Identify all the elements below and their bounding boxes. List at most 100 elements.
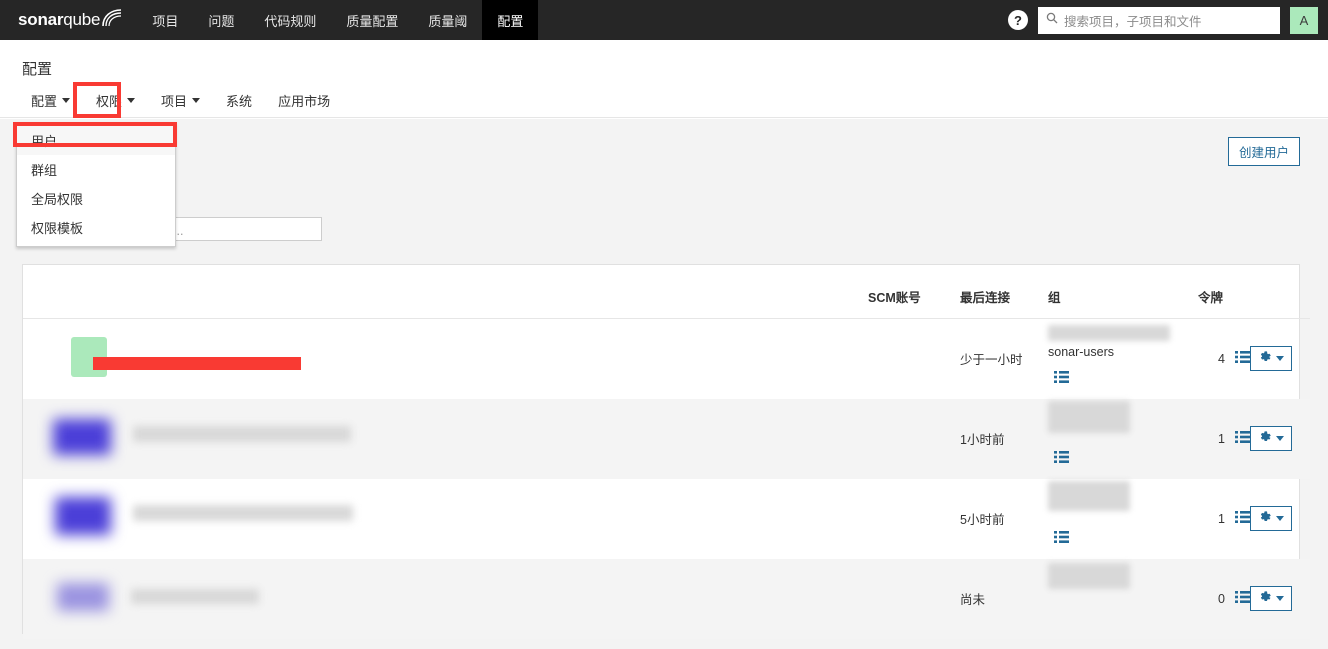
user-identity	[41, 409, 868, 469]
nav-item-projects[interactable]: 项目	[137, 0, 193, 40]
dropdown-item-groups[interactable]: 群组	[17, 155, 175, 184]
users-table: SCM账号 最后连接 组 令牌 少于一小时 sonar-users 4 1小时前…	[23, 265, 1310, 639]
groups-wrap	[1048, 480, 1188, 549]
dropdown-item-permission-templates[interactable]: 权限模板	[17, 213, 175, 242]
sonar-wave-icon	[101, 8, 123, 33]
nav-item-quality-gates[interactable]: 质量阈	[413, 0, 482, 40]
token-count: 4	[1218, 351, 1225, 366]
cell-scm	[868, 558, 960, 639]
subnav-item-permissions[interactable]: 权限	[83, 90, 148, 110]
subnav-item-projects[interactable]: 项目	[148, 90, 213, 110]
cell-groups: sonar-users	[1048, 319, 1188, 399]
chevron-down-icon	[1276, 596, 1284, 601]
cell-groups	[1048, 398, 1188, 479]
cell-last-connection: 少于一小时	[960, 353, 1023, 368]
column-header-actions	[1250, 265, 1310, 319]
gear-icon	[1258, 590, 1272, 607]
table-header-row: SCM账号 最后连接 组 令牌	[23, 265, 1310, 319]
gear-icon	[1258, 510, 1272, 527]
cell-user	[23, 479, 868, 559]
tokens-list-icon[interactable]	[1235, 591, 1250, 606]
users-table-panel: SCM账号 最后连接 组 令牌 少于一小时 sonar-users 4 1小时前…	[22, 264, 1310, 639]
subnav-item-system[interactable]: 系统	[213, 90, 265, 110]
table-row[interactable]: 1小时前 1	[23, 398, 1310, 479]
create-user-button[interactable]: 创建用户	[1227, 137, 1300, 166]
page-title: 配置	[22, 61, 53, 78]
chevron-down-icon	[1276, 436, 1284, 441]
cell-groups	[1048, 558, 1188, 639]
chevron-down-icon	[127, 97, 136, 103]
redaction-bar-username	[133, 504, 353, 521]
user-identity	[41, 329, 868, 389]
gear-icon	[1258, 350, 1272, 367]
column-header-user	[23, 265, 868, 319]
table-row[interactable]: 少于一小时 sonar-users 4	[23, 319, 1310, 399]
row-actions-button[interactable]	[1250, 426, 1292, 451]
tokens-wrap: 1	[1188, 511, 1250, 526]
groups-list-icon[interactable]	[1054, 370, 1069, 386]
cell-actions	[1250, 319, 1310, 399]
permissions-dropdown-menu: 用户 群组 全局权限 权限模板	[16, 122, 176, 247]
global-search-box[interactable]: 搜索项目，子项目和文件	[1038, 6, 1280, 34]
top-navbar: sonarqube 项目 问题 代码规则 质量配置 质量阈 配置 ? 搜索项目，…	[0, 0, 1328, 40]
dropdown-item-global-permissions[interactable]: 全局权限	[17, 184, 175, 213]
tokens-wrap: 0	[1188, 591, 1250, 606]
column-header-scm: SCM账号	[868, 265, 960, 319]
dropdown-item-users[interactable]: 用户	[17, 126, 175, 155]
cell-tokens: 1	[1188, 479, 1250, 559]
redaction-bar-username	[133, 425, 351, 442]
cell-user	[23, 319, 868, 399]
cell-tokens: 1	[1188, 398, 1250, 479]
nav-item-rules[interactable]: 代码规则	[249, 0, 331, 40]
cell-groups	[1048, 479, 1188, 559]
main-content: 创建用户 根据登录名或姓名搜索... SCM账号 最后连接 组 令牌	[0, 119, 1328, 649]
cell-last-connection: 5小时前	[960, 513, 1005, 527]
chevron-down-icon	[192, 97, 201, 103]
cell-actions	[1250, 558, 1310, 639]
redaction-bar-group	[1048, 324, 1170, 341]
nav-item-administration[interactable]: 配置	[482, 0, 539, 40]
nav-item-quality-profiles[interactable]: 质量配置	[331, 0, 413, 40]
tokens-list-icon[interactable]	[1235, 431, 1250, 446]
gear-icon	[1258, 430, 1272, 447]
cell-actions	[1250, 398, 1310, 479]
row-actions-button[interactable]	[1250, 506, 1292, 531]
groups-wrap	[1048, 562, 1188, 629]
column-header-last-connection: 最后连接	[960, 265, 1048, 319]
cell-last-connection: 1小时前	[960, 398, 1048, 479]
column-header-tokens: 令牌	[1188, 265, 1250, 319]
groups-list-icon[interactable]	[1054, 530, 1069, 546]
subnav-label-configuration: 配置	[31, 93, 58, 109]
redaction-bar-group	[1048, 400, 1130, 433]
sonarqube-logo[interactable]: sonarqube	[0, 0, 137, 40]
brand-light: qube	[63, 10, 101, 29]
row-actions-button[interactable]	[1250, 346, 1292, 372]
avatar	[55, 496, 111, 535]
tokens-list-icon[interactable]	[1235, 511, 1250, 526]
table-row[interactable]: 5小时前 1	[23, 479, 1310, 559]
redaction-bar-username	[131, 588, 259, 604]
redaction-bar-username	[93, 356, 301, 370]
subnav-label-marketplace: 应用市场	[278, 93, 331, 109]
group-name: sonar-users	[1048, 344, 1114, 359]
groups-list-icon[interactable]	[1054, 450, 1069, 466]
tokens-list-icon[interactable]	[1235, 351, 1250, 366]
cell-scm	[868, 479, 960, 559]
groups-wrap: sonar-users	[1048, 324, 1188, 389]
subnav-item-marketplace[interactable]: 应用市场	[265, 90, 343, 110]
nav-item-issues[interactable]: 问题	[193, 0, 249, 40]
global-search-placeholder: 搜索项目，子项目和文件	[1064, 14, 1202, 29]
help-icon[interactable]: ?	[1008, 10, 1028, 30]
subnav-item-configuration[interactable]: 配置	[18, 90, 83, 110]
chevron-down-icon	[1276, 516, 1284, 521]
user-identity	[41, 569, 868, 629]
cell-last-connection: 尚未	[960, 558, 1048, 639]
search-icon	[1046, 11, 1058, 29]
row-actions-button[interactable]	[1250, 586, 1292, 611]
cell-tokens: 0	[1188, 558, 1250, 639]
chevron-down-icon	[1276, 356, 1284, 362]
cell-user	[23, 398, 868, 479]
table-row[interactable]: 尚未 0	[23, 558, 1310, 639]
user-avatar[interactable]: A	[1290, 6, 1318, 34]
redaction-bar-group	[1048, 562, 1130, 589]
